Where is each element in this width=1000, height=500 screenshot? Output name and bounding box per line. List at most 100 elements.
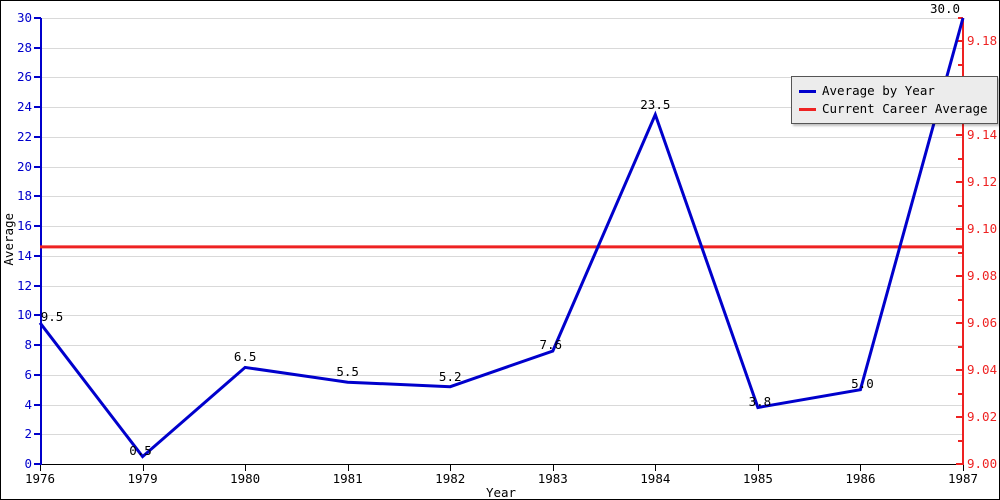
data-point-label: 0.5: [129, 442, 152, 458]
left-axis-tick: [34, 195, 41, 198]
gridline: [40, 255, 963, 257]
gridline: [40, 47, 963, 49]
data-point-label: 3.8: [748, 393, 772, 409]
right-axis-tick-label: 9.08: [967, 268, 998, 284]
gridline: [40, 315, 963, 317]
data-point-label: 5.5: [336, 364, 359, 380]
right-axis-minor-tick: [958, 392, 963, 395]
right-axis-tick-label: 9.10: [967, 221, 998, 237]
left-axis-tick-label: 6: [24, 366, 32, 382]
left-axis-line: [40, 18, 42, 465]
gridline: [40, 285, 963, 287]
legend-label-current-career-average: Current Career Average: [822, 101, 988, 117]
right-axis-tick: [956, 463, 963, 465]
right-axis-tick: [956, 228, 963, 231]
left-axis-tick-label: 0: [24, 456, 32, 471]
right-axis-minor-tick: [958, 204, 963, 207]
x-axis-tick-label: 1980: [230, 471, 261, 486]
left-axis-tick: [34, 433, 41, 436]
gridline: [40, 196, 963, 198]
left-axis-tick: [34, 254, 41, 257]
right-axis-tick-label: 9.18: [967, 33, 998, 49]
right-axis-tick-label: 9.00: [967, 456, 998, 471]
data-point-label: 7.6: [539, 337, 563, 352]
x-axis-tick-label: 1982: [435, 471, 466, 486]
chart-legend[interactable]: Average by Year Current Career Average: [791, 76, 998, 125]
left-axis-tick: [34, 284, 41, 287]
gridline: [40, 136, 963, 138]
gridline: [40, 434, 963, 436]
data-point-label: 6.5: [233, 349, 257, 365]
left-axis-tick: [34, 344, 41, 347]
gridline: [40, 345, 963, 347]
right-axis-tick-label: 9.14: [967, 127, 998, 143]
right-axis-tick: [956, 322, 963, 325]
left-axis-tick-label: 10: [16, 307, 32, 323]
left-axis-tick: [34, 46, 41, 49]
data-point-label: 9.5: [40, 308, 64, 324]
left-axis-tick: [34, 76, 41, 79]
left-axis-tick-label: 30: [16, 10, 32, 25]
x-axis-tick-label: 1985: [742, 471, 773, 486]
left-axis-tick-label: 28: [16, 39, 32, 55]
gridline: [40, 226, 963, 228]
legend-item-average-by-year[interactable]: Average by Year: [799, 82, 988, 100]
right-axis-minor-tick: [958, 439, 963, 442]
legend-swatch-blue: [799, 89, 816, 93]
gridline: [40, 404, 963, 406]
x-axis-tick-label: 1986: [845, 471, 876, 486]
right-axis-minor-tick: [958, 17, 963, 19]
data-point-label: 5.0: [851, 375, 874, 391]
right-axis-minor-tick: [958, 298, 963, 301]
y-axis-title: Average: [0, 212, 16, 266]
left-axis-tick-label: 8: [24, 337, 32, 353]
data-point-label: 5.2: [438, 368, 462, 384]
gridline: [40, 374, 963, 376]
gridline: [40, 166, 963, 168]
x-axis-title: Year: [485, 485, 517, 500]
left-axis-tick: [34, 17, 41, 19]
right-axis-tick: [956, 369, 963, 372]
legend-swatch-red: [799, 107, 816, 111]
left-axis-tick-label: 12: [16, 277, 32, 293]
right-axis-minor-tick: [958, 345, 963, 348]
right-axis-tick: [956, 416, 963, 419]
left-axis-tick-label: 2: [24, 426, 32, 442]
right-axis-tick-label: 9.04: [967, 362, 998, 378]
right-axis-minor-tick: [958, 63, 963, 66]
legend-label-average-by-year: Average by Year: [822, 83, 935, 98]
right-axis-minor-tick: [958, 157, 963, 160]
x-axis-line: [40, 464, 964, 465]
left-axis-tick-label: 22: [16, 128, 32, 144]
right-axis-tick-label: 9.06: [967, 315, 998, 331]
x-axis-tick-label: 1976: [24, 471, 56, 486]
right-axis-tick: [956, 181, 963, 184]
left-axis-tick: [34, 225, 41, 228]
left-axis-tick: [34, 373, 41, 376]
right-axis-tick: [956, 40, 963, 43]
left-axis-tick-label: 18: [16, 188, 32, 204]
left-axis-tick: [34, 135, 41, 138]
left-axis-tick: [34, 165, 41, 168]
gridline: [40, 18, 963, 19]
left-axis-tick-label: 24: [16, 99, 32, 115]
right-axis-tick: [956, 275, 963, 278]
right-axis-tick-label: 9.12: [967, 174, 998, 190]
left-axis-tick-label: 26: [16, 69, 32, 85]
x-axis-tick-label: 1987: [947, 471, 979, 486]
x-axis-tick-label: 1981: [332, 471, 363, 486]
left-axis-tick: [34, 106, 41, 109]
x-axis-tick-label: 1983: [537, 471, 568, 486]
data-point-label: 23.5: [640, 96, 671, 112]
x-axis-tick-label: 1979: [127, 471, 158, 486]
right-axis-minor-tick: [958, 251, 963, 254]
left-axis-tick-label: 4: [24, 396, 32, 412]
chart-container: 0 2 4 6 8 10 12 14 16 18 20 22 24 26 28 30 9.00 9.02 9.04…: [0, 0, 1000, 500]
data-point-label: 30.0: [929, 1, 961, 16]
left-axis-tick: [34, 403, 41, 406]
right-axis-tick: [956, 134, 963, 137]
x-axis-tick-label: 1984: [640, 471, 671, 486]
right-axis-tick-label: 9.02: [967, 409, 998, 425]
left-axis-tick-label: 20: [16, 158, 32, 174]
legend-item-current-career-average[interactable]: Current Career Average: [799, 100, 988, 118]
